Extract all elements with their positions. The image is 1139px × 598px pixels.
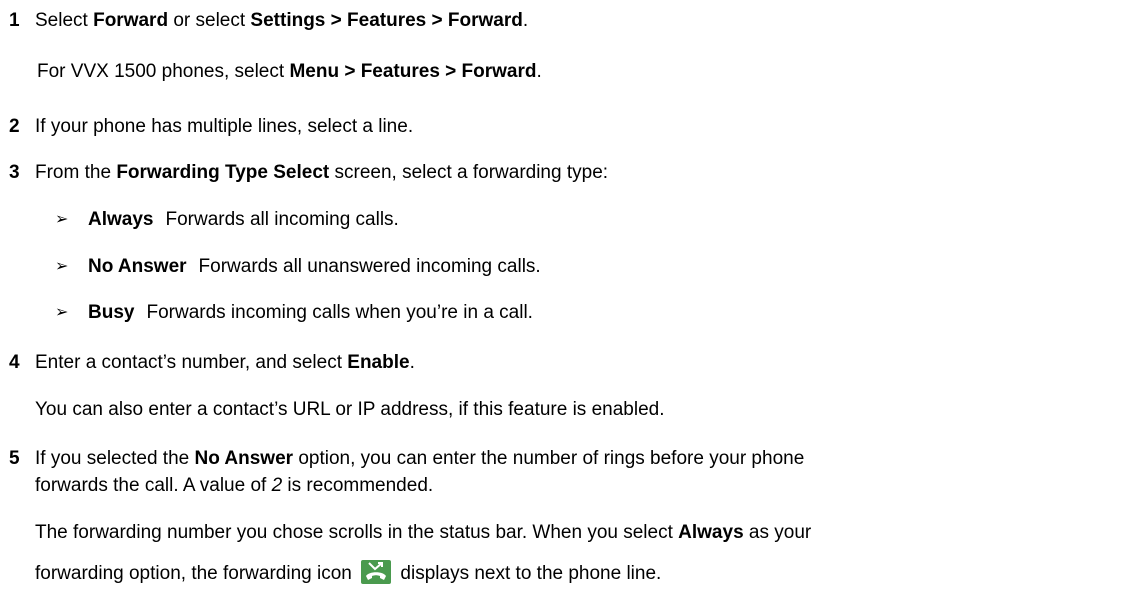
step-number: 3 <box>9 162 20 183</box>
step-text: If you selected the No Answer option, yo… <box>35 448 804 470</box>
step-number: 5 <box>9 448 20 469</box>
note-text: The forwarding number you chose scrolls … <box>35 522 811 544</box>
text-run: The forwarding number you chose scrolls … <box>35 522 679 543</box>
text-run: If you selected the <box>35 448 195 469</box>
bullet-text: Busy Forwards incoming calls when you’re … <box>88 302 533 324</box>
step-number: 1 <box>9 10 20 31</box>
step-text: Enter a contact’s number, and select Ena… <box>35 352 415 374</box>
bullet-text: Always Forwards all incoming calls. <box>88 209 399 231</box>
arrow-bullet-icon: ➢ <box>55 258 69 275</box>
ui-term: No Answer <box>194 448 294 469</box>
bullet-desc: Forwards all unanswered incoming calls. <box>198 256 541 277</box>
arrow-bullet-icon: ➢ <box>55 304 69 321</box>
ui-term: Always <box>678 522 744 543</box>
ui-path: Settings > Features > Forward <box>250 10 523 31</box>
bullet-desc: Forwards all incoming calls. <box>165 209 399 230</box>
step-number: 2 <box>9 116 20 137</box>
document-page: 1 Select Forward or select Settings > Fe… <box>0 0 1139 598</box>
text-run: Select <box>35 10 94 31</box>
value-emphasis: 2 <box>271 475 283 496</box>
text-run: From the <box>35 162 117 183</box>
text-run: . <box>536 61 542 82</box>
text-run: screen, select a forwarding type: <box>329 162 609 183</box>
note-text: You can also enter a contact’s URL or IP… <box>35 399 665 420</box>
note-text: forwarding option, the forwarding icon d… <box>35 560 661 585</box>
step-text: forwards the call. A value of 2 is recom… <box>35 475 433 497</box>
step-text: From the Forwarding Type Select screen, … <box>35 162 608 184</box>
text-run: forwarding option, the forwarding icon <box>35 563 352 584</box>
bullet-term: Always <box>88 209 154 230</box>
text-run: forwards the call. A value of <box>35 475 272 496</box>
bullet-desc: Forwards incoming calls when you’re in a… <box>146 302 533 323</box>
text-run: or select <box>168 10 251 31</box>
ui-term-enable: Enable <box>347 352 410 373</box>
text-run: displays next to the phone line. <box>400 563 662 584</box>
text-run: as your <box>743 522 812 543</box>
step-number: 4 <box>9 352 20 373</box>
bullet-term: No Answer <box>88 256 187 277</box>
ui-term-forward: Forward <box>93 10 169 31</box>
text-run: . <box>522 10 529 31</box>
ui-term: Forwarding Type Select <box>116 162 330 183</box>
text-run: . <box>409 352 415 373</box>
text-run: Enter a contact’s number, and select <box>35 352 348 373</box>
step-text: Select Forward or select Settings > Feat… <box>35 10 528 32</box>
text-run: is recommended. <box>282 475 434 496</box>
bullet-text: No Answer Forwards all unanswered incomin… <box>88 256 541 278</box>
note-text: For VVX 1500 phones, select Menu > Featu… <box>37 61 542 83</box>
call-forward-icon <box>361 560 392 584</box>
text-run: option, you can enter the number of ring… <box>293 448 805 469</box>
text-run: For VVX 1500 phones, select <box>37 61 290 82</box>
arrow-bullet-icon: ➢ <box>55 211 69 228</box>
step-text: If your phone has multiple lines, select… <box>35 116 414 137</box>
bullet-term: Busy <box>88 302 135 323</box>
ui-path: Menu > Features > Forward <box>289 61 537 82</box>
